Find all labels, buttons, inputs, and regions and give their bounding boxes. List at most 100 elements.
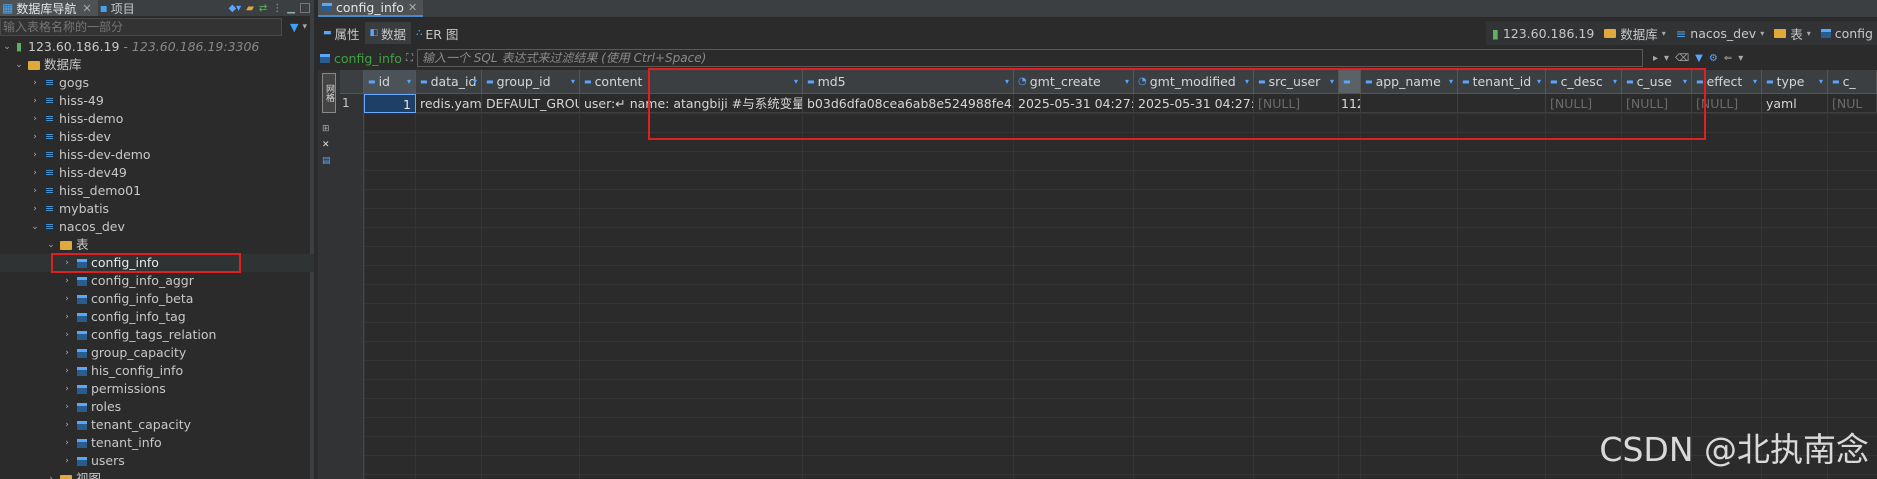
filter-icon[interactable]: ▼: [1695, 53, 1703, 64]
column-header-group-id[interactable]: ▬ group_id ▾: [482, 70, 580, 94]
tree-database[interactable]: › ≡ hiss-dev: [0, 128, 314, 146]
chevron-right-icon[interactable]: ›: [30, 92, 40, 110]
folder-icon[interactable]: ▰: [246, 3, 254, 14]
tree-tables-folder[interactable]: ⌄ 表: [0, 236, 314, 254]
tree-table[interactable]: › config_info_tag: [0, 308, 314, 326]
tree-table[interactable]: › his_config_info: [0, 362, 314, 380]
tree-table[interactable]: › tenant_capacity: [0, 416, 314, 434]
column-header-id[interactable]: ▬ id ▾: [364, 70, 416, 94]
chevron-right-icon[interactable]: ›: [62, 272, 72, 290]
text-view-icon[interactable]: ⊞: [322, 124, 330, 134]
breadcrumb-database[interactable]: ≡ nacos_dev ▾: [1676, 26, 1764, 41]
sort-icon[interactable]: ▾: [1819, 77, 1823, 86]
chevron-right-icon[interactable]: ›: [30, 200, 40, 218]
chevron-down-icon[interactable]: ▾: [1664, 53, 1669, 64]
chevron-down-icon[interactable]: ⌄: [46, 236, 56, 254]
breadcrumb-connection[interactable]: ▮ 123.60.186.19: [1492, 26, 1594, 41]
chevron-right-icon[interactable]: ›: [62, 416, 72, 434]
tree-table[interactable]: › config_info_aggr: [0, 272, 314, 290]
tree-database[interactable]: › ≡ gogs: [0, 74, 314, 92]
breadcrumb-databases[interactable]: 数据库 ▾: [1604, 24, 1666, 43]
chevron-right-icon[interactable]: ›: [30, 110, 40, 128]
sql-filter-input[interactable]: 输入一个 SQL 表达式来过滤结果 (使用 Ctrl+Space): [416, 49, 1643, 67]
chevron-right-icon[interactable]: ›: [62, 452, 72, 470]
chevron-right-icon[interactable]: ›: [62, 344, 72, 362]
filter-settings-icon[interactable]: ⚙: [1709, 53, 1718, 64]
back-arrow-icon[interactable]: ⇐: [1724, 53, 1732, 64]
column-header-data-id[interactable]: ▬ data_id ▾: [416, 70, 482, 94]
tree-table[interactable]: › config_info_beta: [0, 290, 314, 308]
sort-icon[interactable]: ▾: [407, 77, 411, 86]
table-cell-type[interactable]: yaml: [1762, 94, 1828, 113]
editor-tab-config-info[interactable]: config_info ✕: [318, 0, 424, 17]
tree-database[interactable]: › ≡ hiss-dev-demo: [0, 146, 314, 164]
chevron-right-icon[interactable]: ›: [30, 146, 40, 164]
chevron-right-icon[interactable]: ›: [62, 362, 72, 380]
column-header-c-schema[interactable]: ▬ c_: [1828, 70, 1877, 94]
maximize-icon[interactable]: [300, 3, 310, 13]
tree-table[interactable]: › users: [0, 452, 314, 470]
sort-icon[interactable]: ▾: [571, 77, 575, 86]
record-icon[interactable]: ▤: [322, 156, 331, 166]
tab-projects[interactable]: ▪ 项目: [98, 0, 141, 16]
row-number[interactable]: 1: [342, 94, 350, 113]
chevron-right-icon[interactable]: ›: [62, 326, 72, 344]
table-cell-c-schema[interactable]: [NUL: [1828, 94, 1877, 113]
chevron-right-icon[interactable]: ›: [30, 128, 40, 146]
tree-table[interactable]: › roles: [0, 398, 314, 416]
chevron-down-icon[interactable]: ⌄: [2, 38, 12, 56]
chevron-right-icon[interactable]: ›: [62, 398, 72, 416]
tree-views-folder[interactable]: › 视图: [0, 470, 314, 479]
table-cell-group-id[interactable]: DEFAULT_GROUP: [482, 94, 580, 113]
chevron-down-icon[interactable]: ▾: [1738, 53, 1743, 64]
column-header-type[interactable]: ▬ type ▾: [1762, 70, 1828, 94]
close-icon[interactable]: ✕: [408, 1, 417, 14]
tab-data[interactable]: ◧ 数据: [364, 22, 412, 44]
tree-databases-folder[interactable]: ⌄ 数据库: [0, 56, 314, 74]
chevron-down-icon[interactable]: ▾: [302, 22, 307, 32]
sort-icon[interactable]: ▾: [473, 77, 477, 86]
chevron-down-icon[interactable]: ▾: [1807, 29, 1811, 38]
table-cell-id[interactable]: 1: [364, 94, 416, 113]
close-icon[interactable]: ✕: [82, 2, 91, 15]
chevron-down-icon[interactable]: ⌄: [14, 56, 24, 74]
tree-table[interactable]: › tenant_info: [0, 434, 314, 452]
tree-table[interactable]: › permissions: [0, 380, 314, 398]
chevron-down-icon[interactable]: ▾: [1760, 29, 1764, 38]
tab-properties[interactable]: ▬ 属性: [318, 22, 365, 44]
tree-database[interactable]: ⌄ ≡ nacos_dev: [0, 218, 314, 236]
tree-database[interactable]: › ≡ mybatis: [0, 200, 314, 218]
chevron-right-icon[interactable]: ›: [30, 164, 40, 182]
table-filter-input[interactable]: [0, 18, 282, 36]
chevron-right-icon[interactable]: ›: [62, 380, 72, 398]
chevron-down-icon[interactable]: ⌄: [30, 218, 40, 236]
tree-table[interactable]: › config_tags_relation: [0, 326, 314, 344]
chevron-right-icon[interactable]: ›: [62, 434, 72, 452]
close-icon[interactable]: ✕: [322, 140, 330, 150]
tree-table[interactable]: › group_capacity: [0, 344, 314, 362]
grid-view-button[interactable]: 网格: [322, 73, 336, 113]
menu-icon[interactable]: ⋮: [272, 3, 282, 14]
tree-database[interactable]: › ≡ hiss-49: [0, 92, 314, 110]
filter-icon[interactable]: ▼: [290, 21, 298, 34]
sort-icon[interactable]: ▾: [1753, 77, 1757, 86]
link-icon[interactable]: ⇄: [259, 3, 267, 14]
chevron-right-icon[interactable]: ›: [30, 182, 40, 200]
minimize-icon[interactable]: ▁: [287, 3, 295, 14]
tree-connection[interactable]: ⌄ ▮ 123.60.186.19 - 123.60.186.19:3306: [0, 38, 314, 56]
breadcrumb-table[interactable]: config: [1820, 26, 1873, 41]
table-cell-data-id[interactable]: redis.yaml: [416, 94, 482, 113]
tree-database[interactable]: › ≡ hiss-dev49: [0, 164, 314, 182]
chevron-right-icon[interactable]: ›: [46, 470, 56, 479]
tree-database[interactable]: › ≡ hiss_demo01: [0, 182, 314, 200]
new-connection-icon[interactable]: ◆▾: [228, 3, 241, 14]
chevron-right-icon[interactable]: ›: [62, 308, 72, 326]
filter-expand-icon[interactable]: ⛶: [406, 53, 413, 64]
breadcrumb-tables[interactable]: 表 ▾: [1774, 24, 1811, 43]
tab-database-navigator[interactable]: ▦ 数据库导航 ✕: [0, 0, 98, 16]
tree-database[interactable]: › ≡ hiss-demo: [0, 110, 314, 128]
eraser-icon[interactable]: ⌫: [1675, 53, 1689, 64]
history-icon[interactable]: ▸: [1653, 53, 1658, 64]
chevron-right-icon[interactable]: ›: [62, 290, 72, 308]
tab-er-diagram[interactable]: ⛬ ER 图: [411, 22, 463, 44]
